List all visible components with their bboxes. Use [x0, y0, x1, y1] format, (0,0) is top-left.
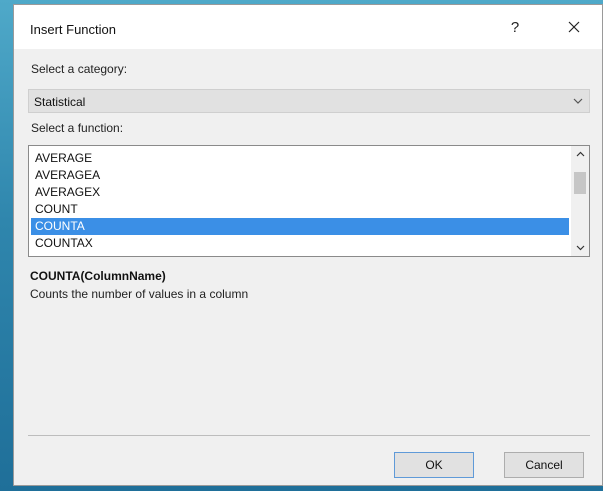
- divider: [28, 435, 590, 436]
- function-syntax: COUNTA(ColumnName): [30, 269, 166, 283]
- function-item-count[interactable]: COUNT: [31, 201, 569, 218]
- category-select[interactable]: Statistical: [28, 89, 590, 113]
- category-label: Select a category:: [31, 62, 128, 76]
- title-bar: Insert Function ?: [14, 5, 602, 49]
- function-item-counta[interactable]: COUNTA: [31, 218, 569, 235]
- chevron-up-icon: [576, 151, 584, 157]
- cancel-button[interactable]: Cancel: [504, 452, 584, 478]
- close-icon: [568, 21, 580, 33]
- chevron-down-icon: [576, 245, 584, 251]
- close-button[interactable]: [554, 11, 594, 43]
- ok-button[interactable]: OK: [394, 452, 474, 478]
- function-listbox[interactable]: AVERAGE AVERAGEA AVERAGEX COUNT COUNTA C…: [28, 145, 590, 257]
- category-selected-value: Statistical: [34, 95, 86, 109]
- scroll-up-button[interactable]: [571, 146, 589, 163]
- dialog-title: Insert Function: [30, 22, 116, 37]
- function-item-averagex[interactable]: AVERAGEX: [31, 184, 569, 201]
- scroll-thumb[interactable]: [574, 172, 586, 194]
- function-item-average[interactable]: AVERAGE: [31, 150, 569, 167]
- function-label: Select a function:: [31, 121, 124, 135]
- scroll-down-button[interactable]: [571, 239, 589, 256]
- chevron-down-icon: [573, 98, 583, 104]
- help-button[interactable]: ?: [498, 11, 532, 43]
- function-description: Counts the number of values in a column: [30, 287, 249, 301]
- insert-function-dialog: Insert Function ? Select a category: Sta…: [13, 4, 603, 486]
- function-list-scrollbar[interactable]: [571, 146, 589, 256]
- function-item-averagea[interactable]: AVERAGEA: [31, 167, 569, 184]
- function-item-countax[interactable]: COUNTAX: [31, 235, 569, 252]
